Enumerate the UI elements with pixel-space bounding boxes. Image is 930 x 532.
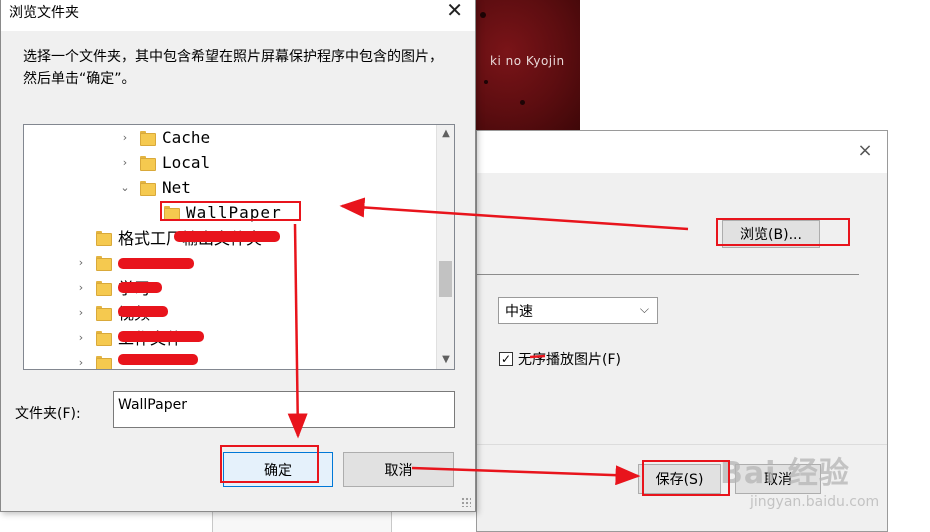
ok-button[interactable]: 确定 — [223, 452, 333, 487]
tree-scrollbar[interactable]: ▲ ▼ — [436, 125, 454, 369]
redaction-mark — [118, 331, 204, 342]
chevron-right-icon[interactable]: › — [74, 306, 88, 319]
folder-field[interactable]: WallPaper — [113, 391, 455, 428]
shuffle-label: 无序播放图片(F) — [518, 352, 621, 368]
preview-decor — [480, 12, 486, 18]
folder-icon — [164, 205, 180, 221]
watermark-brand: Bai 经验 — [720, 456, 850, 491]
chevron-right-icon[interactable]: › — [74, 331, 88, 344]
divider — [477, 274, 859, 275]
dialog-description: 选择一个文件夹，其中包含希望在照片屏幕保护程序中包含的图片，然后单击“确定”。 — [23, 49, 443, 87]
folder-field-label: 文件夹(F): — [15, 406, 81, 422]
folder-icon — [96, 355, 112, 369]
chevron-right-icon[interactable]: › — [74, 356, 88, 369]
speed-value: 中速 — [505, 303, 533, 320]
redaction-mark — [118, 306, 168, 317]
folder-icon — [96, 330, 112, 346]
tree-item-cache[interactable]: › Cache — [118, 125, 210, 149]
folder-icon — [140, 180, 156, 196]
folder-icon — [96, 255, 112, 271]
shuffle-option[interactable]: ✓ 无序播放图片(F) — [499, 349, 621, 369]
folder-icon — [96, 305, 112, 321]
cancel-button[interactable]: 取消 — [343, 452, 454, 487]
browse-button[interactable]: 浏览(B)... — [722, 220, 820, 248]
preview-decor — [484, 80, 488, 84]
watermark-site: jingyan.baidu.com — [750, 494, 880, 510]
chevron-right-icon[interactable]: › — [118, 131, 132, 144]
screensaver-preview: ki no Kyojin — [476, 0, 580, 131]
tree-item-label: Local — [162, 152, 211, 172]
browse-folder-dialog: 浏览文件夹 ✕ 选择一个文件夹，其中包含希望在照片屏幕保护程序中包含的图片，然后… — [0, 0, 476, 512]
scroll-down-icon[interactable]: ▼ — [437, 351, 454, 369]
chevron-right-icon[interactable]: › — [74, 281, 88, 294]
chevron-down-icon: ⌵ — [639, 302, 649, 316]
save-button[interactable]: 保存(S) — [638, 464, 721, 494]
preview-text: ki no Kyojin — [490, 54, 565, 68]
slideshow-speed-select[interactable]: 中速 ⌵ — [498, 297, 658, 324]
tree-item-label: Cache — [162, 127, 211, 147]
chevron-right-icon[interactable]: › — [118, 156, 132, 169]
chevron-right-icon[interactable]: › — [74, 256, 88, 269]
tree-item-label: WallPaper — [186, 202, 282, 222]
tree-item-redacted[interactable]: › — [74, 250, 118, 274]
shuffle-checkbox[interactable]: ✓ — [499, 352, 513, 366]
close-icon[interactable]: × — [857, 142, 873, 160]
browse-titlebar: 浏览文件夹 ✕ — [1, 0, 475, 31]
scroll-thumb[interactable] — [439, 261, 452, 297]
redaction-mark — [118, 258, 194, 269]
scroll-up-icon[interactable]: ▲ — [437, 125, 454, 143]
tree-item-redacted[interactable]: › — [74, 350, 118, 369]
resize-grip-icon[interactable] — [461, 497, 471, 507]
close-icon[interactable]: ✕ — [446, 0, 463, 20]
folder-tree[interactable]: › Cache › Local ⌄ Net WallPaper 格式工厂输出文件… — [23, 124, 455, 370]
redaction-mark — [118, 354, 198, 365]
folder-icon — [96, 230, 112, 246]
tree-item-wallpaper[interactable]: WallPaper — [164, 200, 282, 224]
folder-icon — [140, 130, 156, 146]
chevron-down-icon[interactable]: ⌄ — [118, 181, 132, 194]
baidu-watermark: Bai 经验 jingyan.baidu.com — [720, 428, 920, 532]
settings-titlebar: × — [477, 131, 887, 173]
folder-icon — [96, 280, 112, 296]
redaction-mark — [174, 231, 280, 242]
tree-item-label: Net — [162, 177, 191, 197]
preview-decor — [520, 100, 525, 105]
dialog-title: 浏览文件夹 — [9, 5, 79, 21]
folder-icon — [140, 155, 156, 171]
redaction-mark — [118, 282, 162, 293]
tree-item-local[interactable]: › Local — [118, 150, 210, 174]
tree-item-net[interactable]: ⌄ Net — [118, 175, 191, 199]
